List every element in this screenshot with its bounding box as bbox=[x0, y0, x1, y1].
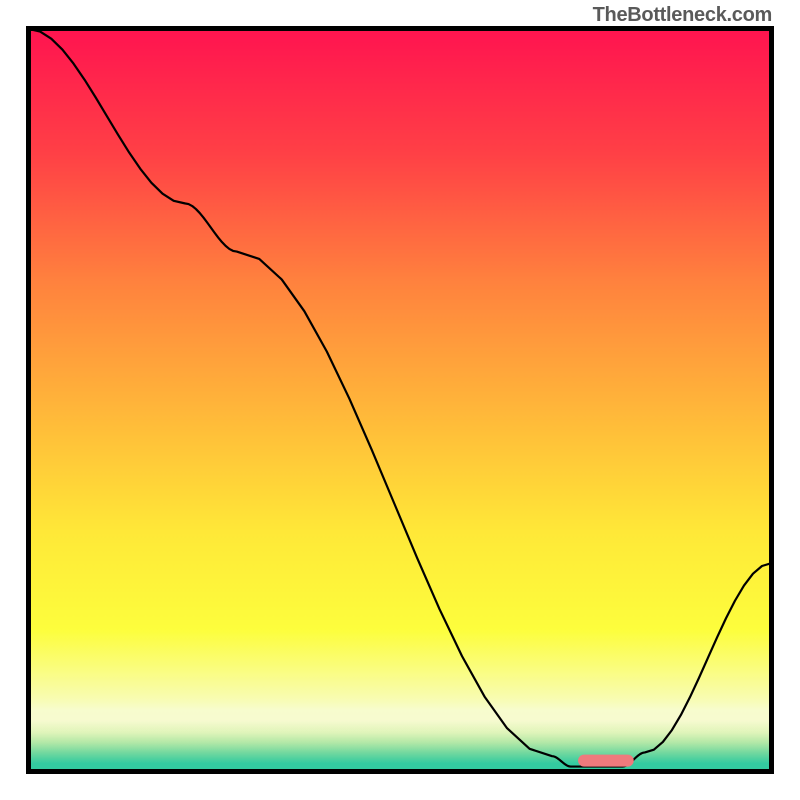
frame-bottom bbox=[26, 769, 774, 774]
gradient-background bbox=[29, 29, 771, 771]
frame-right bbox=[769, 26, 774, 774]
chart-stage: TheBottleneck.com bbox=[0, 0, 800, 800]
plot-area bbox=[29, 29, 771, 771]
frame-left bbox=[26, 26, 31, 774]
frame-top bbox=[26, 26, 774, 31]
watermark-text: TheBottleneck.com bbox=[593, 4, 772, 27]
